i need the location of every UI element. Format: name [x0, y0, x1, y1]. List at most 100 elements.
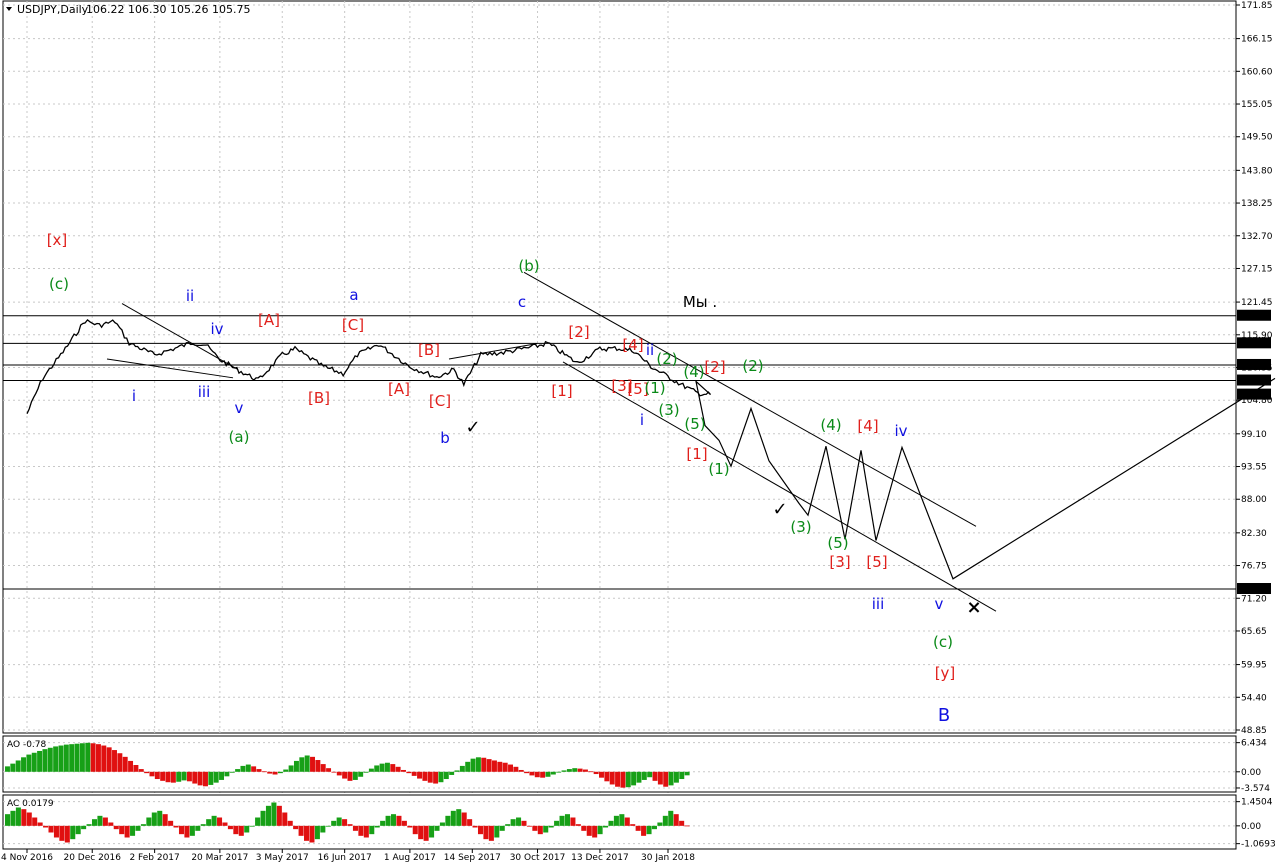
- wave-label: iii: [872, 595, 885, 613]
- histogram-bar: [615, 771, 621, 787]
- indicator-tick-label: -1.0693: [1241, 840, 1276, 850]
- price-panel[interactable]: [x](c)iiivi iiiv(a)[A][B]a[C][B][A][C]bc(…: [2, 0, 1276, 849]
- price-tag-label: 110.78: [1240, 361, 1272, 371]
- histogram-bar: [651, 825, 657, 830]
- histogram-bar: [505, 824, 511, 826]
- histogram-bar: [320, 764, 326, 772]
- histogram-bar: [331, 771, 337, 773]
- usdjpy-chart[interactable]: [x](c)iiivi iiiv(a)[A][B]a[C][B][A][C]bc(…: [0, 0, 1276, 868]
- indicator-tick-label: 6.434: [1241, 739, 1267, 749]
- histogram-bar: [48, 825, 54, 833]
- histogram-bar: [59, 825, 65, 841]
- wave-label: iii: [198, 383, 211, 401]
- wave-label: b: [440, 429, 450, 447]
- ao-panel[interactable]: [2, 735, 1237, 793]
- histogram-bar: [483, 825, 489, 840]
- histogram-bar: [407, 825, 413, 828]
- histogram-bar: [548, 825, 554, 828]
- histogram-bar: [21, 757, 26, 772]
- histogram-bar: [90, 743, 96, 772]
- wave-label: (b): [518, 257, 539, 275]
- wave-label: (a): [229, 428, 250, 446]
- histogram-bar: [586, 825, 592, 836]
- histogram-bar: [347, 771, 353, 781]
- histogram-bar: [235, 769, 241, 772]
- histogram-bar: [138, 769, 144, 772]
- histogram-bar: [439, 822, 445, 826]
- histogram-bar: [342, 819, 348, 826]
- histogram-bar: [508, 764, 513, 772]
- histogram-bar: [64, 825, 70, 843]
- time-tick-label: 4 Nov 2016: [1, 853, 53, 863]
- histogram-bar: [545, 771, 551, 777]
- wave-label: (4): [820, 416, 841, 434]
- histogram-bar: [450, 810, 456, 826]
- ac-panel[interactable]: [2, 794, 1237, 850]
- histogram-bar: [101, 745, 107, 772]
- wave-label: [3]: [829, 553, 850, 571]
- price-tick-label: 121.45: [1241, 298, 1273, 308]
- price-tick-label: 93.55: [1241, 463, 1267, 473]
- ohlc-label: 106.22 106.30 105.26 105.75: [86, 3, 250, 16]
- wave-label: (c): [933, 633, 953, 651]
- wave-label: ii: [646, 341, 654, 359]
- histogram-bar: [427, 771, 433, 783]
- wave-label: (2): [656, 350, 677, 368]
- symbol-label: USDJPY,Daily: [17, 3, 89, 16]
- histogram-bar: [314, 825, 320, 840]
- wave-label: [x]: [47, 231, 68, 249]
- histogram-bar: [293, 760, 299, 772]
- histogram-bar: [609, 771, 615, 785]
- histogram-bar: [619, 814, 625, 826]
- histogram-bar: [467, 819, 473, 826]
- wave-label: [B]: [418, 341, 440, 359]
- histogram-bar: [434, 825, 440, 831]
- histogram-bar: [516, 817, 522, 826]
- wave-label: Мы .: [683, 293, 717, 311]
- wave-label: c: [518, 293, 526, 311]
- histogram-bar: [641, 825, 647, 836]
- histogram-bar: [363, 825, 369, 838]
- histogram-bar: [277, 771, 283, 774]
- time-tick-label: 30 Oct 2017: [510, 853, 566, 863]
- histogram-bar: [255, 817, 261, 826]
- wave-label: i: [640, 411, 644, 429]
- price-tick-label: 65.65: [1241, 627, 1267, 637]
- histogram-bar: [385, 815, 391, 826]
- histogram-bar: [561, 770, 567, 772]
- histogram-bar: [70, 825, 76, 840]
- histogram-bar: [165, 771, 171, 783]
- histogram-bar: [613, 815, 619, 826]
- histogram-bar: [647, 771, 653, 778]
- chart-header: USDJPY,Daily 106.22 106.30 105.26 105.75: [6, 3, 250, 16]
- histogram-bar: [374, 765, 380, 772]
- histogram-bar: [540, 771, 546, 778]
- histogram-bar: [472, 825, 478, 828]
- wave-label: [C]: [429, 392, 451, 410]
- histogram-bar: [276, 805, 282, 826]
- wave-label: [A]: [388, 380, 410, 398]
- histogram-bar: [10, 763, 16, 772]
- histogram-bar: [510, 819, 516, 826]
- wave-label: (1): [708, 460, 729, 478]
- histogram-bar: [293, 825, 299, 830]
- histogram-bar: [631, 771, 637, 786]
- wave-label: (c): [49, 275, 69, 293]
- histogram-bar: [543, 825, 549, 833]
- check-mark-icon: ✓: [772, 499, 787, 520]
- histogram-bar: [288, 765, 294, 772]
- histogram-bar: [146, 817, 152, 826]
- histogram-bar: [491, 760, 497, 772]
- price-tick-label: 76.75: [1241, 562, 1267, 572]
- histogram-bar: [481, 757, 487, 772]
- price-tag-label: 119.13: [1240, 312, 1272, 322]
- histogram-bar: [31, 752, 37, 772]
- histogram-bar: [325, 825, 331, 827]
- histogram-bar: [679, 771, 685, 780]
- histogram-bar: [135, 825, 141, 831]
- histogram-bar: [108, 822, 114, 826]
- histogram-bar: [470, 758, 476, 772]
- histogram-bar: [624, 817, 630, 826]
- price-tag-label: 105.75: [1240, 391, 1272, 401]
- price-tick-label: 48.85: [1241, 726, 1267, 736]
